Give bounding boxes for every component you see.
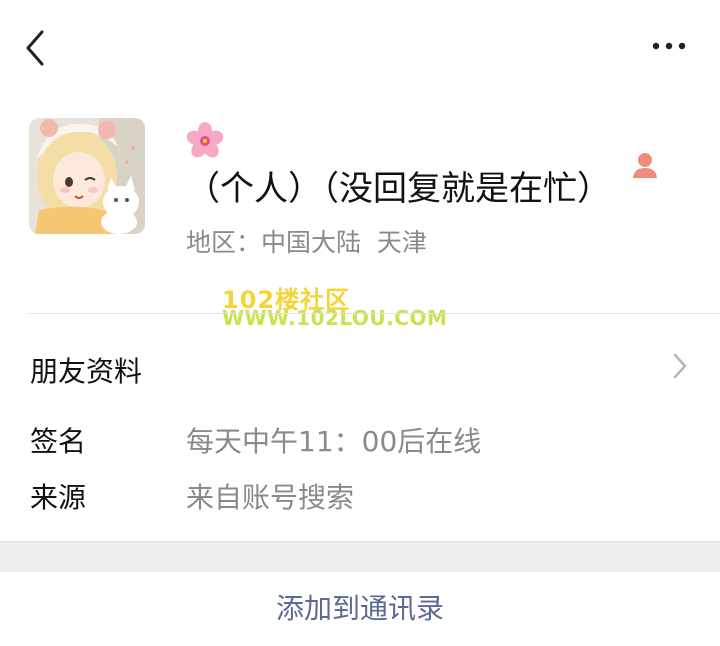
display-name: （个人）（没回复就是在忙） bbox=[186, 120, 636, 212]
add-to-contacts-button[interactable]: 添加到通讯录 bbox=[0, 572, 720, 632]
display-name-text: （个人）（没回复就是在忙） bbox=[186, 169, 611, 209]
back-button[interactable] bbox=[18, 28, 54, 68]
avatar-image bbox=[29, 118, 145, 234]
avatar[interactable] bbox=[29, 118, 145, 234]
source-value: 来自账号搜索 bbox=[186, 481, 355, 514]
divider bbox=[29, 313, 720, 314]
section-separator bbox=[0, 541, 720, 572]
signature-label: 签名 bbox=[30, 425, 87, 458]
friend-info-row[interactable]: 朋友资料 bbox=[0, 330, 720, 400]
chevron-right-icon bbox=[673, 353, 687, 379]
watermark-url: WWW.102LOU.COM bbox=[222, 306, 448, 330]
more-dots-icon bbox=[652, 42, 686, 50]
more-button[interactable] bbox=[648, 36, 690, 56]
region-text: 地区：中国大陆 天津 bbox=[186, 228, 427, 257]
friend-info-label: 朋友资料 bbox=[30, 355, 143, 388]
female-person-icon bbox=[630, 150, 660, 180]
cherry-blossom-icon bbox=[186, 122, 224, 158]
chevron-left-icon bbox=[26, 30, 44, 66]
signature-value: 每天中午11：00后在线 bbox=[186, 425, 482, 458]
source-label: 来源 bbox=[30, 481, 87, 514]
